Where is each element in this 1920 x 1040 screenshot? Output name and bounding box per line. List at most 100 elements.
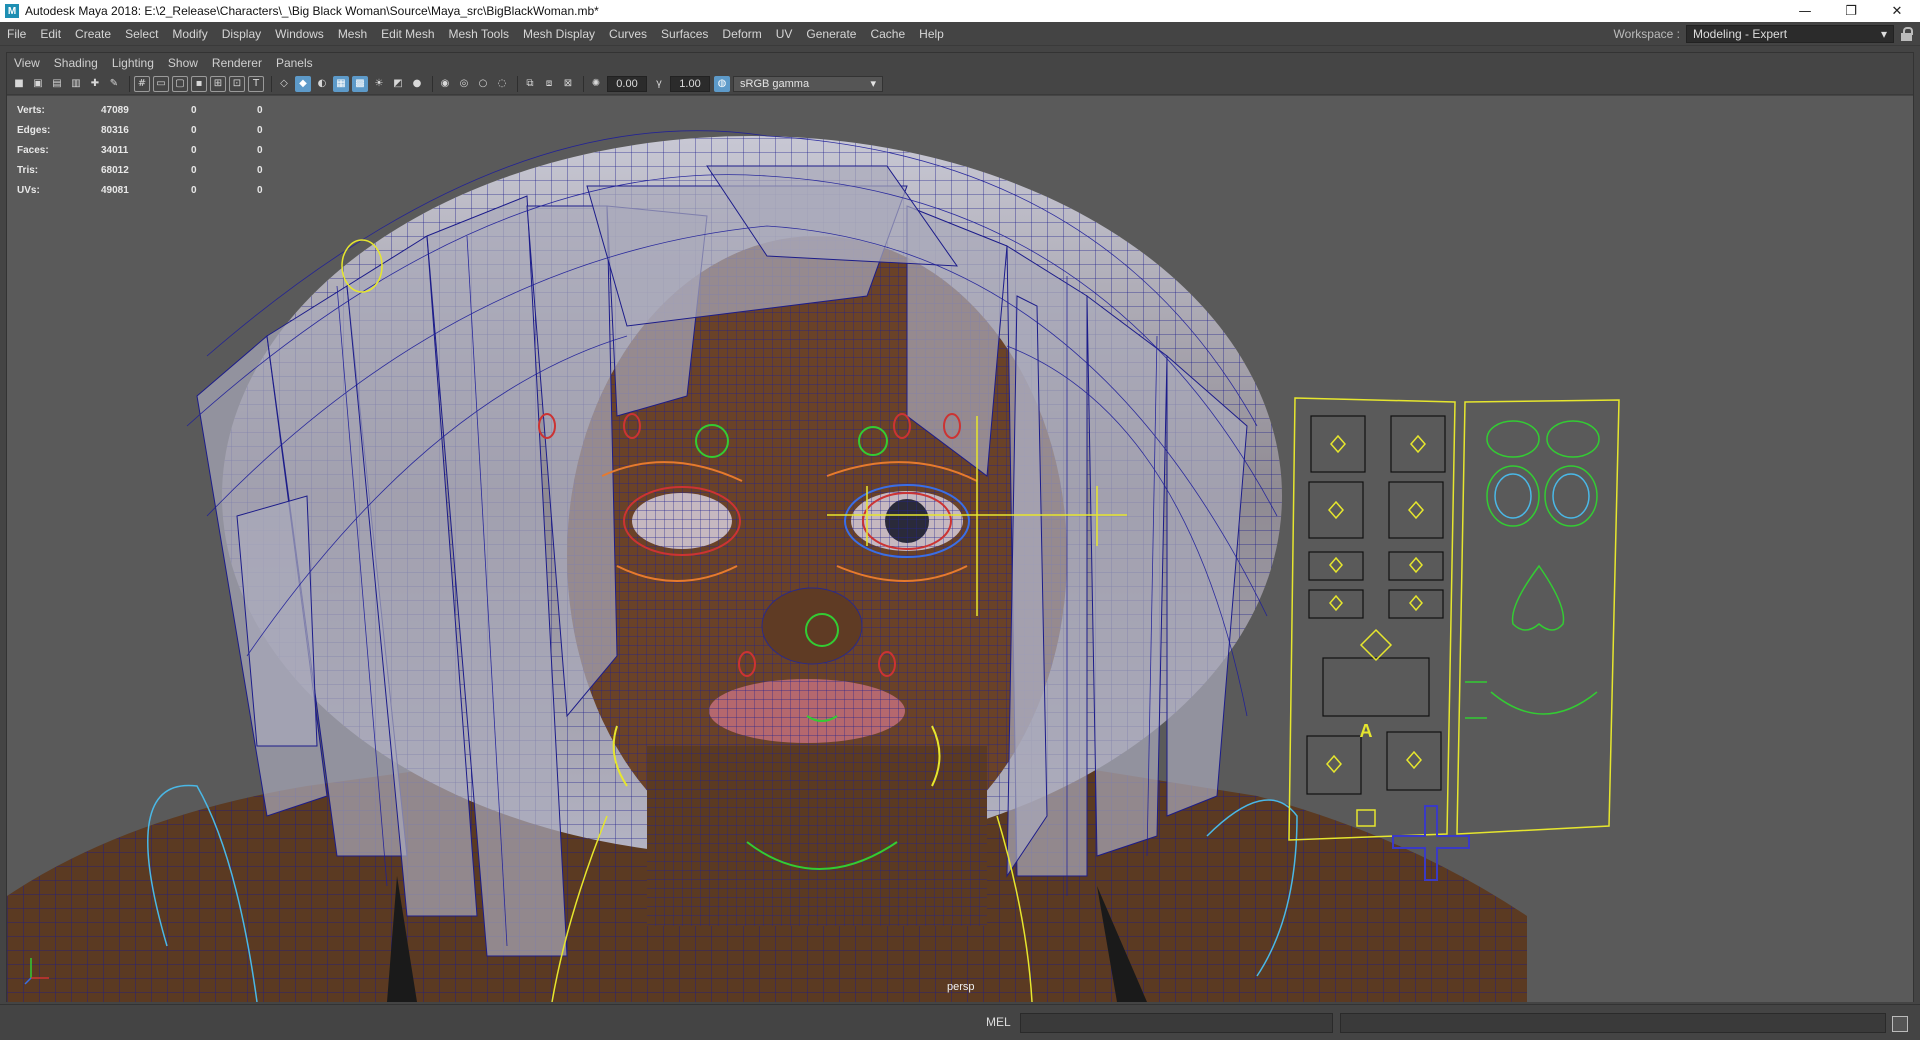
hud-label: UVs: [17, 184, 40, 196]
workspace-value: Modeling - Expert [1693, 26, 1788, 41]
textured-icon[interactable]: ▩ [352, 75, 368, 92]
panel-menu-view[interactable]: View [7, 56, 47, 70]
camera-select-icon[interactable]: ■ [11, 76, 27, 92]
exposure-icon[interactable]: ✺ [588, 76, 604, 92]
depth-of-field-icon[interactable]: ○ [475, 76, 491, 92]
main-menu-bar: File Edit Create Select Modify Display W… [0, 22, 1920, 46]
menu-surfaces[interactable]: Surfaces [654, 27, 715, 41]
command-result-field [1340, 1013, 1886, 1033]
face-ui-panel-left [1288, 397, 1456, 841]
bookmark-icon[interactable]: ▤ [49, 76, 65, 92]
menu-edit-mesh[interactable]: Edit Mesh [374, 27, 441, 41]
hud-label: Edges: [17, 124, 51, 136]
panel-menu-lighting[interactable]: Lighting [105, 56, 161, 70]
xray-active-components-icon[interactable]: ⧈ [541, 76, 557, 92]
wireframe-on-shaded-icon[interactable]: ▦ [333, 75, 349, 92]
hud-row: UVs: 49081 0 0 [17, 180, 323, 200]
default-material-icon[interactable]: ◐ [314, 76, 330, 92]
menu-help[interactable]: Help [912, 27, 951, 41]
command-input[interactable] [1020, 1013, 1333, 1033]
menu-generate[interactable]: Generate [799, 27, 863, 41]
gamma-field[interactable]: 1.00 [670, 75, 710, 92]
field-chart-icon[interactable]: ⊞ [210, 75, 226, 92]
minimize-button[interactable]: — [1782, 0, 1828, 22]
exposure-field[interactable]: 0.00 [607, 75, 647, 92]
gamma-icon[interactable]: γ [651, 76, 667, 92]
safe-action-icon[interactable]: ⊡ [229, 75, 245, 92]
toolbar-separator [432, 75, 433, 92]
panel-menu-show[interactable]: Show [161, 56, 205, 70]
command-line: MEL [0, 1004, 1920, 1040]
wireframe-icon[interactable]: ◇ [276, 76, 292, 92]
close-button[interactable]: ✕ [1874, 0, 1920, 22]
grid-icon[interactable]: # [134, 75, 150, 92]
menu-file[interactable]: File [0, 27, 33, 41]
grease-pencil-icon[interactable]: ✎ [106, 76, 122, 92]
hud-selected: 0 [191, 124, 197, 136]
3d-viewport[interactable]: A Verts: 47089 0 0 Edges: 80316 0 0 Face… [7, 96, 1913, 1002]
menu-select[interactable]: Select [118, 27, 165, 41]
gate-mask-icon[interactable]: ▪ [191, 75, 207, 92]
2d-pan-zoom-icon[interactable]: ✚ [87, 76, 103, 92]
motion-blur-icon[interactable]: ◉ [437, 76, 453, 92]
chevron-down-icon: ▾ [1880, 26, 1887, 41]
face-ctrl-marker: A [1360, 721, 1373, 741]
menu-mesh-tools[interactable]: Mesh Tools [442, 27, 516, 41]
panel-menu-renderer[interactable]: Renderer [205, 56, 269, 70]
film-gate-icon[interactable]: ▭ [153, 75, 169, 92]
hud-extra: 0 [257, 104, 263, 116]
poly-count-hud: Verts: 47089 0 0 Edges: 80316 0 0 Faces:… [17, 100, 323, 200]
face-ui-panel-right [1456, 399, 1620, 835]
menu-cache[interactable]: Cache [863, 27, 912, 41]
image-plane-icon[interactable]: ▥ [68, 76, 84, 92]
menu-display[interactable]: Display [215, 27, 268, 41]
smooth-shade-icon[interactable]: ◆ [295, 75, 311, 92]
menu-uv[interactable]: UV [769, 27, 800, 41]
maximize-button[interactable]: ❐ [1828, 0, 1874, 22]
view-transform-dropdown[interactable]: sRGB gamma ▾ [733, 75, 883, 92]
hud-label: Tris: [17, 164, 39, 176]
workspace-label: Workspace : [1613, 26, 1680, 41]
hud-row: Faces: 34011 0 0 [17, 140, 323, 160]
lock-icon[interactable] [1900, 26, 1914, 41]
script-editor-icon[interactable] [1892, 1016, 1908, 1032]
hud-row: Verts: 47089 0 0 [17, 100, 323, 120]
menu-windows[interactable]: Windows [268, 27, 331, 41]
chevron-down-icon: ▾ [870, 78, 876, 90]
use-all-lights-icon[interactable]: ☀ [371, 76, 387, 92]
resolution-gate-icon[interactable]: ▢ [172, 75, 188, 92]
menu-deform[interactable]: Deform [715, 27, 768, 41]
menu-modify[interactable]: Modify [165, 27, 214, 41]
hud-value: 68012 [101, 164, 129, 176]
hud-row: Edges: 80316 0 0 [17, 120, 323, 140]
menu-mesh-display[interactable]: Mesh Display [516, 27, 602, 41]
view-transform-value: sRGB gamma [740, 77, 810, 90]
hud-value: 49081 [101, 184, 129, 196]
maya-app-icon: M [5, 4, 19, 18]
safe-title-icon[interactable]: T [248, 75, 264, 92]
isolate-select-icon[interactable]: ◌ [494, 76, 510, 92]
screen-space-ao-icon[interactable]: ● [409, 76, 425, 92]
camera-name-label: persp [947, 981, 975, 993]
xray-joints-icon[interactable]: ⊠ [560, 76, 576, 92]
color-management-icon[interactable]: ◍ [714, 75, 730, 92]
menu-edit[interactable]: Edit [33, 27, 68, 41]
scene-render: A [7, 130, 1620, 1002]
panel-menu-shading[interactable]: Shading [47, 56, 105, 70]
xray-icon[interactable]: ⧉ [522, 76, 538, 92]
camera-attributes-icon[interactable]: ▣ [30, 76, 46, 92]
panel-menu-bar: View Shading Lighting Show Renderer Pane… [7, 53, 1913, 73]
hud-label: Verts: [17, 104, 45, 116]
menu-curves[interactable]: Curves [602, 27, 654, 41]
panel-menu-panels[interactable]: Panels [269, 56, 320, 70]
toolbar-separator [271, 75, 272, 92]
hud-extra: 0 [257, 144, 263, 156]
shadows-icon[interactable]: ◩ [390, 76, 406, 92]
anti-aliasing-icon[interactable]: ◎ [456, 76, 472, 92]
hud-value: 47089 [101, 104, 129, 116]
script-language-toggle[interactable]: MEL [986, 1015, 1011, 1029]
workspace-dropdown[interactable]: Modeling - Expert ▾ [1686, 24, 1894, 43]
hud-label: Faces: [17, 144, 49, 156]
menu-mesh[interactable]: Mesh [331, 27, 374, 41]
menu-create[interactable]: Create [68, 27, 118, 41]
